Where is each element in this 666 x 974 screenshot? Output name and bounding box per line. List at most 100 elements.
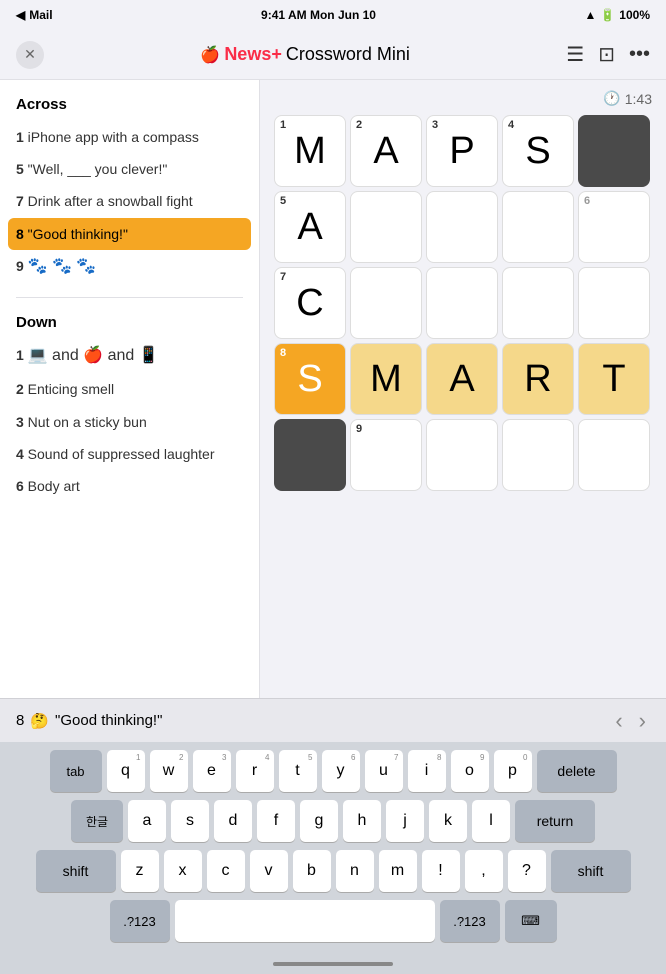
status-bar-right: ▲ 🔋 100% — [584, 8, 650, 22]
list-icon[interactable]: ☰ — [566, 42, 584, 67]
key-space[interactable] — [175, 900, 435, 942]
clue-across-7[interactable]: 7 Drink after a snowball fight — [0, 185, 259, 217]
key-i[interactable]: 8i — [408, 750, 446, 792]
key-k[interactable]: k — [429, 800, 467, 842]
key-symbols-left[interactable]: .?123 — [110, 900, 170, 942]
key-keyboard[interactable]: ⌨ — [505, 900, 557, 942]
cell-3-1[interactable]: M — [350, 343, 422, 415]
cell-3-0[interactable]: 8S — [274, 343, 346, 415]
key-hangul[interactable]: 한글 — [71, 800, 123, 842]
key-s[interactable]: s — [171, 800, 209, 842]
cell-1-2[interactable] — [426, 191, 498, 263]
key-n[interactable]: n — [336, 850, 374, 892]
close-button[interactable]: ✕ — [16, 41, 44, 69]
key-q[interactable]: 1q — [107, 750, 145, 792]
clue-across-9[interactable]: 9 🐾 🐾 🐾 — [0, 250, 259, 285]
key-d[interactable]: d — [214, 800, 252, 842]
key-tab[interactable]: tab — [50, 750, 102, 792]
grid-area: 🕐 1:43 1M 2A 3P 4S 5A 6 7C 8S M A — [260, 80, 666, 698]
clue-down-6[interactable]: 6 Body art — [0, 470, 259, 502]
key-question[interactable]: ? — [508, 850, 546, 892]
crossword-title: Crossword Mini — [286, 44, 410, 65]
bottom-clue-text: 8 🤔 "Good thinking!" — [16, 712, 162, 730]
keyboard-row-2: 한글 a s d f g h j k l return — [4, 800, 662, 842]
cell-1-3[interactable] — [502, 191, 574, 263]
news-plus-label: News+ — [224, 44, 282, 65]
cell-1-4[interactable]: 6 — [578, 191, 650, 263]
key-o[interactable]: 9o — [451, 750, 489, 792]
key-comma[interactable]: , — [465, 850, 503, 892]
cell-3-4[interactable]: T — [578, 343, 650, 415]
key-v[interactable]: v — [250, 850, 288, 892]
cell-4-3[interactable] — [502, 419, 574, 491]
clues-divider — [16, 297, 243, 298]
cell-4-2[interactable] — [426, 419, 498, 491]
key-return[interactable]: return — [515, 800, 595, 842]
key-w[interactable]: 2w — [150, 750, 188, 792]
cell-0-3[interactable]: 4S — [502, 115, 574, 187]
cell-0-2[interactable]: 3P — [426, 115, 498, 187]
status-bar: ◀ Mail 9:41 AM Mon Jun 10 ▲ 🔋 100% — [0, 0, 666, 30]
keyboard-row-1: tab 1q 2w 3e 4r 5t 6y 7u 8i 9o 0p delete — [4, 750, 662, 792]
cell-1-0[interactable]: 5A — [274, 191, 346, 263]
clue-down-3[interactable]: 3 Nut on a sticky bun — [0, 406, 259, 438]
cell-1-1[interactable] — [350, 191, 422, 263]
header-actions: ☰ ⊡ ••• — [566, 42, 650, 67]
cell-2-3[interactable] — [502, 267, 574, 339]
key-b[interactable]: b — [293, 850, 331, 892]
clue-across-8[interactable]: 8 "Good thinking!" — [8, 218, 251, 250]
key-shift-left[interactable]: shift — [36, 850, 116, 892]
cell-0-1[interactable]: 2A — [350, 115, 422, 187]
clue-number: 8 — [16, 712, 24, 729]
header-title: 🍎 News+ Crossword Mini — [200, 44, 410, 65]
screen-icon[interactable]: ⊡ — [598, 42, 615, 67]
back-arrow[interactable]: ◀ — [16, 8, 25, 22]
key-delete[interactable]: delete — [537, 750, 617, 792]
key-z[interactable]: z — [121, 850, 159, 892]
key-exclaim[interactable]: ! — [422, 850, 460, 892]
clue-down-4[interactable]: 4 Sound of suppressed laughter — [0, 438, 259, 470]
cell-0-0[interactable]: 1M — [274, 115, 346, 187]
home-indicator — [273, 962, 393, 966]
key-y[interactable]: 6y — [322, 750, 360, 792]
timer-icon: 🕐 — [603, 90, 620, 107]
cell-2-1[interactable] — [350, 267, 422, 339]
key-x[interactable]: x — [164, 850, 202, 892]
key-a[interactable]: a — [128, 800, 166, 842]
key-j[interactable]: j — [386, 800, 424, 842]
key-m[interactable]: m — [379, 850, 417, 892]
cell-2-2[interactable] — [426, 267, 498, 339]
key-t[interactable]: 5t — [279, 750, 317, 792]
key-e[interactable]: 3e — [193, 750, 231, 792]
cell-2-0[interactable]: 7C — [274, 267, 346, 339]
apple-logo-icon: 🍎 — [200, 45, 220, 65]
key-h[interactable]: h — [343, 800, 381, 842]
status-bar-time: 9:41 AM Mon Jun 10 — [261, 8, 376, 22]
key-shift-right[interactable]: shift — [551, 850, 631, 892]
clue-across-5[interactable]: 5 "Well, ___ you clever!" — [0, 153, 259, 185]
cell-4-4[interactable] — [578, 419, 650, 491]
cell-3-3[interactable]: R — [502, 343, 574, 415]
status-bar-left: ◀ Mail — [16, 8, 53, 22]
key-c[interactable]: c — [207, 850, 245, 892]
header: ✕ 🍎 News+ Crossword Mini ☰ ⊡ ••• — [0, 30, 666, 80]
clue-across-1[interactable]: 1 iPhone app with a compass — [0, 121, 259, 153]
next-clue-button[interactable]: › — [635, 704, 650, 738]
keyboard-row-3: shift z x c v b n m ! , ? shift — [4, 850, 662, 892]
prev-clue-button[interactable]: ‹ — [611, 704, 626, 738]
more-icon[interactable]: ••• — [629, 43, 650, 66]
key-f[interactable]: f — [257, 800, 295, 842]
cell-2-4[interactable] — [578, 267, 650, 339]
cell-4-1[interactable]: 9 — [350, 419, 422, 491]
key-r[interactable]: 4r — [236, 750, 274, 792]
key-g[interactable]: g — [300, 800, 338, 842]
key-p[interactable]: 0p — [494, 750, 532, 792]
clue-down-1[interactable]: 1 💻 and 🍎 and 📱 — [0, 339, 259, 374]
clues-panel: Across 1 iPhone app with a compass 5 "We… — [0, 80, 260, 698]
key-l[interactable]: l — [472, 800, 510, 842]
cell-3-2[interactable]: A — [426, 343, 498, 415]
key-u[interactable]: 7u — [365, 750, 403, 792]
clue-down-2[interactable]: 2 Enticing smell — [0, 373, 259, 405]
key-symbols-right[interactable]: .?123 — [440, 900, 500, 942]
home-bar — [0, 954, 666, 974]
